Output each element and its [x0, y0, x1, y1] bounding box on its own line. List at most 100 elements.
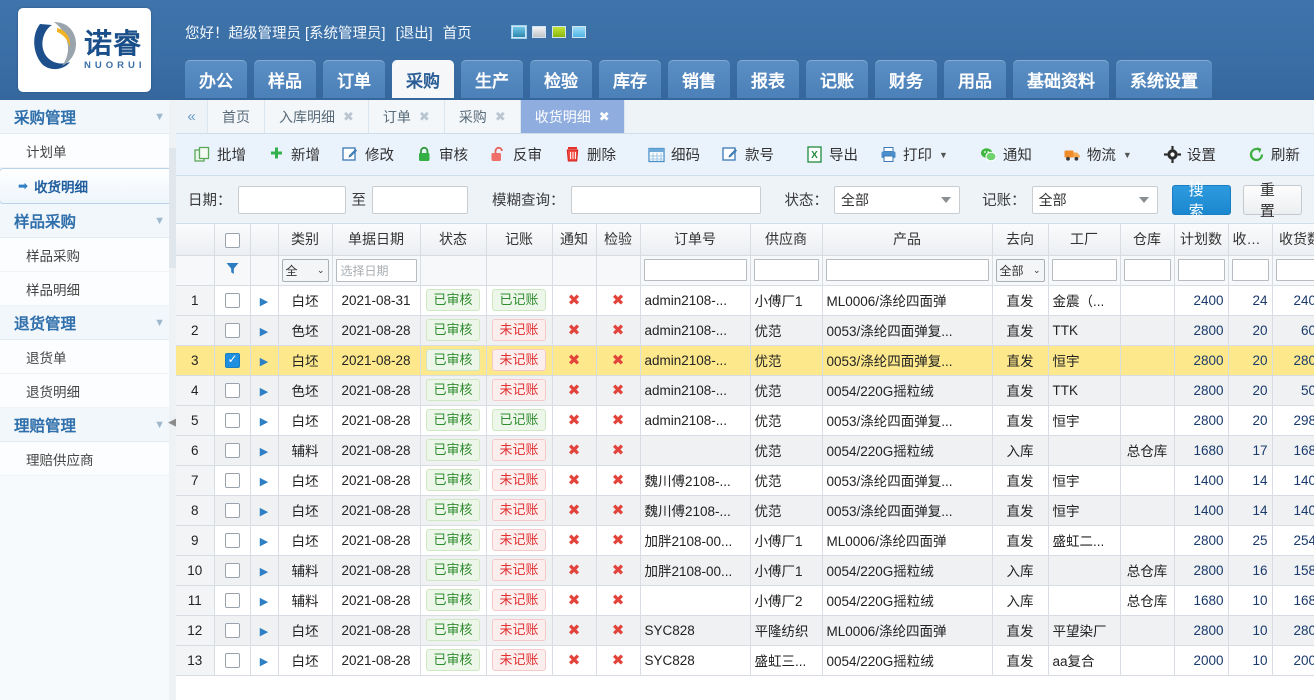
filter-cell-chk[interactable]: [214, 255, 250, 285]
fuzzy-search-input[interactable]: [571, 186, 761, 214]
row-checkbox[interactable]: [225, 473, 240, 488]
toolbar-button-1[interactable]: 新增: [258, 140, 330, 170]
inspect-cross-icon[interactable]: ✖: [612, 412, 625, 429]
main-nav-item-2[interactable]: 订单: [323, 60, 385, 98]
col-header-exp[interactable]: [250, 224, 278, 255]
cell-exp[interactable]: ▶: [250, 285, 278, 315]
cell-chk[interactable]: [214, 405, 250, 435]
filter-cell-inspect[interactable]: [596, 255, 640, 285]
close-icon[interactable]: ✖: [419, 109, 430, 125]
filter-input-product[interactable]: [826, 259, 989, 281]
sidebar-item-5[interactable]: 样品明细: [0, 272, 175, 306]
toolbar-button-19[interactable]: 刷新: [1238, 140, 1310, 170]
cell-exp[interactable]: ▶: [250, 555, 278, 585]
main-nav-item-5[interactable]: 检验: [530, 60, 592, 98]
data-grid[interactable]: 类别单据日期状态记账通知检验订单号供应商产品去向工厂仓库计划数收货匹收货数 全⌄…: [176, 224, 1314, 700]
inspect-cross-icon[interactable]: ✖: [612, 592, 625, 609]
filter-cell-planqty[interactable]: [1174, 255, 1228, 285]
filter-cell-product[interactable]: [822, 255, 992, 285]
cell-exp[interactable]: ▶: [250, 645, 278, 675]
row-checkbox[interactable]: [225, 413, 240, 428]
skin-switcher[interactable]: [512, 26, 586, 38]
cell-chk[interactable]: [214, 285, 250, 315]
toolbar-button-15[interactable]: 物流▼: [1054, 140, 1142, 170]
row-checkbox[interactable]: [225, 443, 240, 458]
skin-swatch-3[interactable]: [552, 26, 566, 38]
col-header-chk[interactable]: [214, 224, 250, 255]
main-nav-item-4[interactable]: 生产: [461, 60, 523, 98]
search-button[interactable]: 搜索: [1172, 185, 1231, 215]
table-row[interactable]: 12▶白坯2021-08-28已审核未记账✖✖SYC828平隆纺织ML0006/…: [176, 615, 1314, 645]
main-nav-item-6[interactable]: 库存: [599, 60, 661, 98]
notify-cross-icon[interactable]: ✖: [568, 622, 581, 639]
col-header-planqty[interactable]: 计划数: [1174, 224, 1228, 255]
cell-exp[interactable]: ▶: [250, 525, 278, 555]
notify-cross-icon[interactable]: ✖: [568, 562, 581, 579]
notify-cross-icon[interactable]: ✖: [568, 532, 581, 549]
sidebar-item-2[interactable]: ➡收货明细: [0, 168, 176, 204]
col-header-acct[interactable]: 记账: [486, 224, 552, 255]
cell-chk[interactable]: [214, 495, 250, 525]
cell-exp[interactable]: ▶: [250, 315, 278, 345]
row-checkbox[interactable]: [225, 383, 240, 398]
cell-exp[interactable]: ▶: [250, 405, 278, 435]
row-checkbox[interactable]: [225, 593, 240, 608]
filter-select-dest[interactable]: 全部⌄: [996, 259, 1045, 282]
notify-cross-icon[interactable]: ✖: [568, 292, 581, 309]
cell-chk[interactable]: [214, 465, 250, 495]
filter-cell-dest[interactable]: 全部⌄: [992, 255, 1048, 285]
sidebar-item-4[interactable]: 样品采购: [0, 238, 175, 272]
cell-exp[interactable]: ▶: [250, 585, 278, 615]
filter-cell-factory[interactable]: [1048, 255, 1120, 285]
row-checkbox[interactable]: [225, 623, 240, 638]
filter-cell-status[interactable]: [420, 255, 486, 285]
notify-cross-icon[interactable]: ✖: [568, 412, 581, 429]
cell-exp[interactable]: ▶: [250, 345, 278, 375]
col-header-inspect[interactable]: 检验: [596, 224, 640, 255]
main-nav-item-9[interactable]: 记账: [806, 60, 868, 98]
skin-swatch-2[interactable]: [532, 26, 546, 38]
row-checkbox[interactable]: [225, 533, 240, 548]
filter-select-cat[interactable]: 全⌄: [282, 259, 329, 282]
main-nav-item-11[interactable]: 用品: [944, 60, 1006, 98]
filter-cell-date[interactable]: 选择日期: [332, 255, 420, 285]
notify-cross-icon[interactable]: ✖: [568, 502, 581, 519]
main-nav-item-1[interactable]: 样品: [254, 60, 316, 98]
toolbar-button-17[interactable]: 设置: [1154, 140, 1226, 170]
table-row[interactable]: 10▶辅料2021-08-28已审核未记账✖✖加胖2108-00...小傅厂10…: [176, 555, 1314, 585]
expand-row-icon[interactable]: ▶: [260, 506, 268, 518]
inspect-cross-icon[interactable]: ✖: [612, 502, 625, 519]
col-header-product[interactable]: 产品: [822, 224, 992, 255]
date-from-input[interactable]: [238, 186, 346, 214]
filter-input-planqty[interactable]: [1178, 259, 1225, 281]
row-checkbox[interactable]: [225, 293, 240, 308]
action-toolbar[interactable]: 批增新增修改审核反审删除细码款号X导出打印▼通知物流▼设置刷新: [176, 134, 1314, 176]
inspect-cross-icon[interactable]: ✖: [612, 532, 625, 549]
expand-row-icon[interactable]: ▶: [260, 566, 268, 578]
col-header-idx[interactable]: [176, 224, 214, 255]
expand-row-icon[interactable]: ▶: [260, 326, 268, 338]
sidebar-item-10[interactable]: 理赔供应商: [0, 442, 175, 476]
filter-cell-recvqty[interactable]: [1272, 255, 1314, 285]
expand-row-icon[interactable]: ▶: [260, 296, 268, 308]
filter-input-warehouse[interactable]: [1124, 259, 1171, 281]
inspect-cross-icon[interactable]: ✖: [612, 292, 625, 309]
filter-cell-cat[interactable]: 全⌄: [278, 255, 332, 285]
sidebar-item-1[interactable]: 计划单: [0, 134, 175, 168]
table-row[interactable]: 1▶白坯2021-08-31已审核已记账✖✖admin2108-...小傅厂1M…: [176, 285, 1314, 315]
expand-row-icon[interactable]: ▶: [260, 476, 268, 488]
expand-row-icon[interactable]: ▶: [260, 656, 268, 668]
col-header-cat[interactable]: 类别: [278, 224, 332, 255]
page-tab-0[interactable]: 首页: [208, 100, 265, 133]
main-nav-item-3[interactable]: 采购: [392, 60, 454, 98]
col-header-status[interactable]: 状态: [420, 224, 486, 255]
toolbar-button-4[interactable]: 反审: [480, 140, 552, 170]
filter-cell-notify[interactable]: [552, 255, 596, 285]
filter-input-recvroll[interactable]: [1232, 259, 1269, 281]
table-filter-row[interactable]: 全⌄选择日期 全部⌄: [176, 255, 1314, 285]
chevron-down-icon[interactable]: ▼: [154, 317, 165, 329]
cell-chk[interactable]: [214, 345, 250, 375]
sidebar-group-6[interactable]: 退货管理▼: [0, 306, 175, 340]
main-nav-item-12[interactable]: 基础资料: [1013, 60, 1109, 98]
notify-cross-icon[interactable]: ✖: [568, 382, 581, 399]
